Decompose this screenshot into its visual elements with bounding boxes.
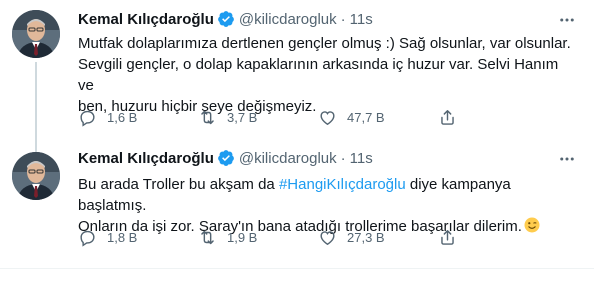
hashtag-link[interactable]: #HangiKılıçdaroğlu	[279, 176, 406, 193]
like-icon	[320, 110, 335, 125]
tweet-timestamp[interactable]: 11s	[350, 150, 373, 167]
reply-count: 1,8 B	[107, 229, 138, 245]
verified-badge-icon	[217, 149, 235, 167]
reply-icon	[80, 230, 95, 247]
reply-count: 1,6 B	[107, 109, 138, 125]
tweet-thread: Kemal Kılıçdaroğlu @kilicdarogluk · 11s …	[0, 0, 594, 286]
verified-badge-icon	[217, 10, 235, 28]
separator-dot: ·	[340, 10, 346, 28]
retweet-button[interactable]: 1,9 B	[198, 228, 318, 247]
thread-connector-line	[35, 62, 37, 152]
reply-button[interactable]: 1,6 B	[78, 108, 198, 127]
tweet-text-line: Sevgili gençler, o dolap kapaklarının ar…	[78, 56, 559, 94]
more-icon[interactable]	[556, 148, 578, 170]
share-icon	[441, 229, 454, 245]
retweet-button[interactable]: 3,7 B	[198, 108, 318, 127]
reply-button[interactable]: 1,8 B	[78, 228, 198, 247]
avatar[interactable]	[12, 10, 60, 58]
like-count: 47,7 B	[347, 109, 385, 125]
retweet-icon	[201, 230, 214, 244]
author-handle[interactable]: @kilicdarogluk	[239, 11, 337, 28]
winking-face-emoji-icon	[524, 217, 540, 233]
more-icon[interactable]	[556, 9, 578, 31]
author-name[interactable]: Kemal Kılıçdaroğlu	[78, 11, 214, 28]
tweet-timestamp[interactable]: 11s	[350, 11, 373, 28]
like-button[interactable]: 27,3 B	[318, 228, 438, 247]
tweet-text-line: Bu arada Troller bu akşam da #HangiKılıç…	[78, 174, 578, 216]
tweet-actions: 1,8 B 1,9 B 27,3 B	[78, 226, 518, 248]
tweet-text-segment: Bu arada Troller bu akşam da	[78, 176, 279, 193]
tweet-actions: 1,6 B 3,7 B 47,7 B	[78, 106, 518, 128]
share-button[interactable]	[438, 228, 468, 247]
retweet-count: 1,9 B	[227, 229, 258, 245]
tweet[interactable]: Kemal Kılıçdaroğlu @kilicdarogluk · 11s …	[0, 0, 594, 152]
retweet-icon	[201, 110, 214, 124]
tweet-text-line: Mutfak dolaplarımıza dertlenen gençler o…	[78, 35, 571, 52]
tweet-header: Kemal Kılıçdaroğlu @kilicdarogluk · 11s	[78, 148, 373, 168]
share-icon	[441, 109, 454, 125]
like-count: 27,3 B	[347, 229, 385, 245]
share-button[interactable]	[438, 108, 468, 127]
separator-dot: ·	[340, 149, 346, 167]
like-icon	[320, 230, 335, 245]
tweet-text: Mutfak dolaplarımıza dertlenen gençler o…	[78, 33, 578, 117]
reply-icon	[80, 110, 95, 127]
author-handle[interactable]: @kilicdarogluk	[239, 150, 337, 167]
author-name[interactable]: Kemal Kılıçdaroğlu	[78, 150, 214, 167]
divider	[0, 268, 594, 269]
like-button[interactable]: 47,7 B	[318, 108, 438, 127]
avatar[interactable]	[12, 152, 60, 200]
tweet[interactable]: Kemal Kılıçdaroğlu @kilicdarogluk · 11s …	[0, 140, 594, 268]
retweet-count: 3,7 B	[227, 109, 258, 125]
tweet-header: Kemal Kılıçdaroğlu @kilicdarogluk · 11s	[78, 9, 373, 29]
